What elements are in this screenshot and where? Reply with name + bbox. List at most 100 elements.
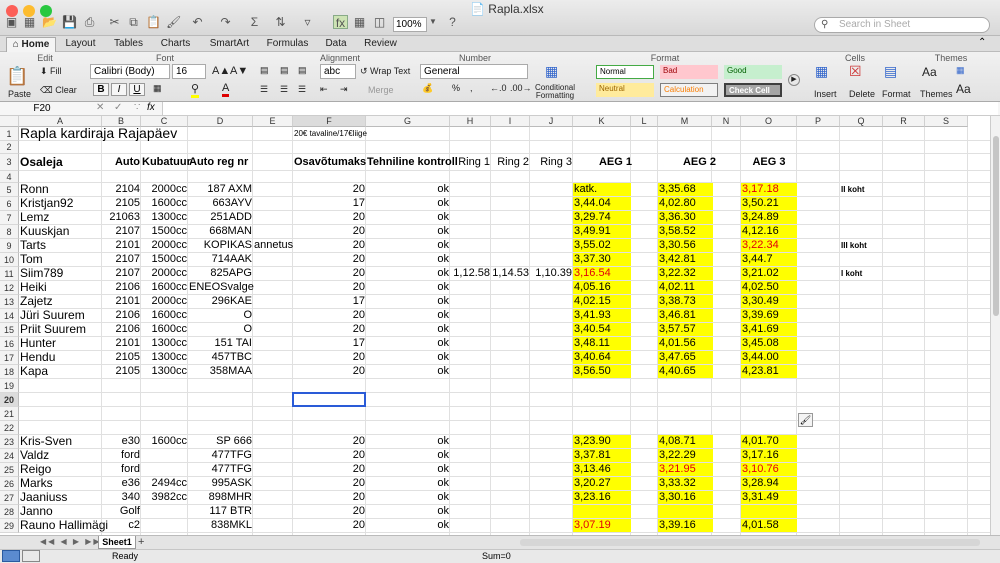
displacement-cell[interactable]: 1300cc bbox=[141, 211, 188, 224]
fee-note-cell[interactable]: 20€ tavaline/17€liige bbox=[293, 127, 367, 140]
fee-cell[interactable]: 17 bbox=[293, 197, 366, 210]
borders-icon[interactable]: ▦ bbox=[153, 83, 162, 94]
time-3-cell[interactable]: 3,31.49 bbox=[741, 491, 797, 504]
reg-number-cell[interactable]: 117 BTR bbox=[188, 505, 253, 518]
column-header[interactable]: Q bbox=[840, 116, 883, 127]
time-3-cell[interactable]: 3,21.02 bbox=[741, 267, 797, 280]
car-cell[interactable]: 2106 bbox=[102, 323, 141, 336]
car-cell[interactable]: Golf bbox=[102, 505, 141, 518]
reg-number-cell[interactable]: 187 AXM bbox=[188, 183, 253, 196]
time-1-cell[interactable]: 3,37.30 bbox=[573, 253, 631, 266]
fee-cell[interactable]: 20 bbox=[293, 239, 366, 252]
time-2-cell[interactable]: 3,33.32 bbox=[658, 477, 713, 490]
fee-cell[interactable]: 20 bbox=[293, 477, 366, 490]
fee-cell[interactable]: 20 bbox=[293, 365, 366, 378]
row-header[interactable]: 11 bbox=[0, 267, 19, 281]
fee-cell[interactable]: 20 bbox=[293, 309, 366, 322]
reg-number-cell[interactable]: 151 TAI bbox=[188, 337, 253, 350]
formula-builder-icon[interactable]: fx bbox=[333, 15, 348, 30]
time-2-cell[interactable]: 3,58.52 bbox=[658, 225, 713, 238]
fee-cell[interactable]: 20 bbox=[293, 519, 366, 532]
header-ring-3[interactable]: Ring 3 bbox=[530, 154, 573, 170]
redo-icon[interactable]: ↷ bbox=[218, 15, 233, 29]
time-3-cell[interactable]: 3,10.76 bbox=[741, 463, 797, 476]
time-3-cell[interactable]: 3,28.94 bbox=[741, 477, 797, 490]
tab-smartart[interactable]: SmartArt bbox=[202, 37, 257, 52]
active-cell-selection[interactable] bbox=[292, 392, 366, 407]
column-header[interactable]: M bbox=[658, 116, 712, 127]
row-header[interactable]: 23 bbox=[0, 435, 19, 449]
fee-cell[interactable]: 20 bbox=[293, 491, 366, 504]
decrease-decimal-icon[interactable]: .00→ bbox=[510, 83, 532, 93]
tech-check-cell[interactable]: ok bbox=[366, 351, 450, 364]
reg-number-cell[interactable]: KOPIKAS bbox=[188, 239, 253, 252]
time-2-cell[interactable]: 3,42.81 bbox=[658, 253, 713, 266]
row-header[interactable]: 20 bbox=[0, 393, 19, 407]
time-1-cell[interactable] bbox=[573, 505, 631, 518]
time-1-cell[interactable]: 3,44.04 bbox=[573, 197, 631, 210]
time-1-cell[interactable]: katk. bbox=[573, 183, 631, 196]
ring-3-cell[interactable]: 1,10.39 bbox=[530, 267, 573, 280]
italic-button[interactable]: I bbox=[111, 83, 127, 96]
displacement-cell[interactable] bbox=[141, 463, 188, 476]
reg-number-cell[interactable]: 838MKL bbox=[188, 519, 253, 532]
tech-check-cell[interactable]: ok bbox=[366, 337, 450, 350]
row-header[interactable]: 18 bbox=[0, 365, 19, 379]
time-2-cell[interactable]: 3,38.73 bbox=[658, 295, 713, 308]
normal-view-icon[interactable] bbox=[2, 550, 20, 562]
fee-cell[interactable]: 20 bbox=[293, 267, 366, 280]
car-cell[interactable]: 2107 bbox=[102, 253, 141, 266]
fee-cell[interactable]: 20 bbox=[293, 211, 366, 224]
column-header[interactable]: L bbox=[631, 116, 658, 127]
comma-button[interactable]: , bbox=[470, 83, 473, 93]
tech-check-cell[interactable]: ok bbox=[366, 435, 450, 448]
row-header[interactable]: 4 bbox=[0, 171, 19, 183]
car-cell[interactable]: 2107 bbox=[102, 267, 141, 280]
fx-label[interactable]: fx bbox=[147, 102, 155, 113]
fee-cell[interactable]: 17 bbox=[293, 295, 366, 308]
reg-number-cell[interactable]: 251ADD bbox=[188, 211, 253, 224]
column-header[interactable]: H bbox=[450, 116, 491, 127]
time-1-cell[interactable]: 4,05.16 bbox=[573, 281, 631, 294]
filter-icon[interactable]: ▿ bbox=[300, 15, 315, 29]
header-ring-1[interactable]: Ring 1 bbox=[450, 154, 491, 170]
time-1-cell[interactable]: 3,55.02 bbox=[573, 239, 631, 252]
format-cells-icon[interactable]: ▤ bbox=[884, 63, 897, 80]
time-3-cell[interactable]: 3,44.00 bbox=[741, 351, 797, 364]
tech-check-cell[interactable]: ok bbox=[366, 309, 450, 322]
fee-cell[interactable]: 20 bbox=[293, 183, 366, 196]
tech-check-cell[interactable]: ok bbox=[366, 239, 450, 252]
participant-name-cell[interactable]: Tarts bbox=[19, 239, 102, 252]
column-header[interactable]: E bbox=[253, 116, 293, 127]
font-name-select[interactable]: Calibri (Body) bbox=[90, 64, 170, 79]
time-1-cell[interactable]: 3,41.93 bbox=[573, 309, 631, 322]
participant-name-cell[interactable]: Zajetz bbox=[19, 295, 102, 308]
align-left-icon[interactable]: ☰ bbox=[260, 84, 268, 95]
car-cell[interactable]: 2105 bbox=[102, 365, 141, 378]
time-3-cell[interactable]: 4,12.16 bbox=[741, 225, 797, 238]
time-2-cell[interactable]: 3,21.95 bbox=[658, 463, 713, 476]
time-3-cell[interactable]: 3,24.89 bbox=[741, 211, 797, 224]
tech-check-cell[interactable]: ok bbox=[366, 225, 450, 238]
undo-icon[interactable]: ↶ bbox=[190, 15, 205, 29]
tech-check-cell[interactable]: ok bbox=[366, 449, 450, 462]
merge-button[interactable]: Merge bbox=[368, 85, 394, 95]
sheet-nav-arrows-icon[interactable]: ◀◀ ◀ ▶ ▶▶ bbox=[40, 537, 102, 546]
time-1-cell[interactable]: 3,48.11 bbox=[573, 337, 631, 350]
row-header[interactable]: 14 bbox=[0, 309, 19, 323]
align-middle-icon[interactable]: ▤ bbox=[280, 65, 289, 76]
row-header[interactable]: 3 bbox=[0, 154, 19, 171]
participant-name-cell[interactable]: Reigo bbox=[19, 463, 102, 476]
car-cell[interactable]: 340 bbox=[102, 491, 141, 504]
spreadsheet-grid[interactable]: A B C D E F G H I J K L M N O P Q R S 1 2 3 4 5 6 7 8 9 10 11 12 13 14 15… bbox=[0, 116, 1000, 535]
participant-name-cell[interactable]: Kristjan92 bbox=[19, 197, 102, 210]
decrease-indent-icon[interactable]: ⇤ bbox=[320, 84, 328, 95]
fee-cell[interactable]: 20 bbox=[293, 253, 366, 266]
time-3-cell[interactable]: 4,02.50 bbox=[741, 281, 797, 294]
select-all-corner[interactable] bbox=[0, 116, 19, 127]
row-header[interactable]: 29 bbox=[0, 519, 19, 533]
tab-charts[interactable]: Charts bbox=[153, 37, 198, 52]
time-1-cell[interactable]: 3,56.50 bbox=[573, 365, 631, 378]
time-2-cell[interactable]: 4,40.65 bbox=[658, 365, 713, 378]
time-3-cell[interactable] bbox=[741, 505, 797, 518]
